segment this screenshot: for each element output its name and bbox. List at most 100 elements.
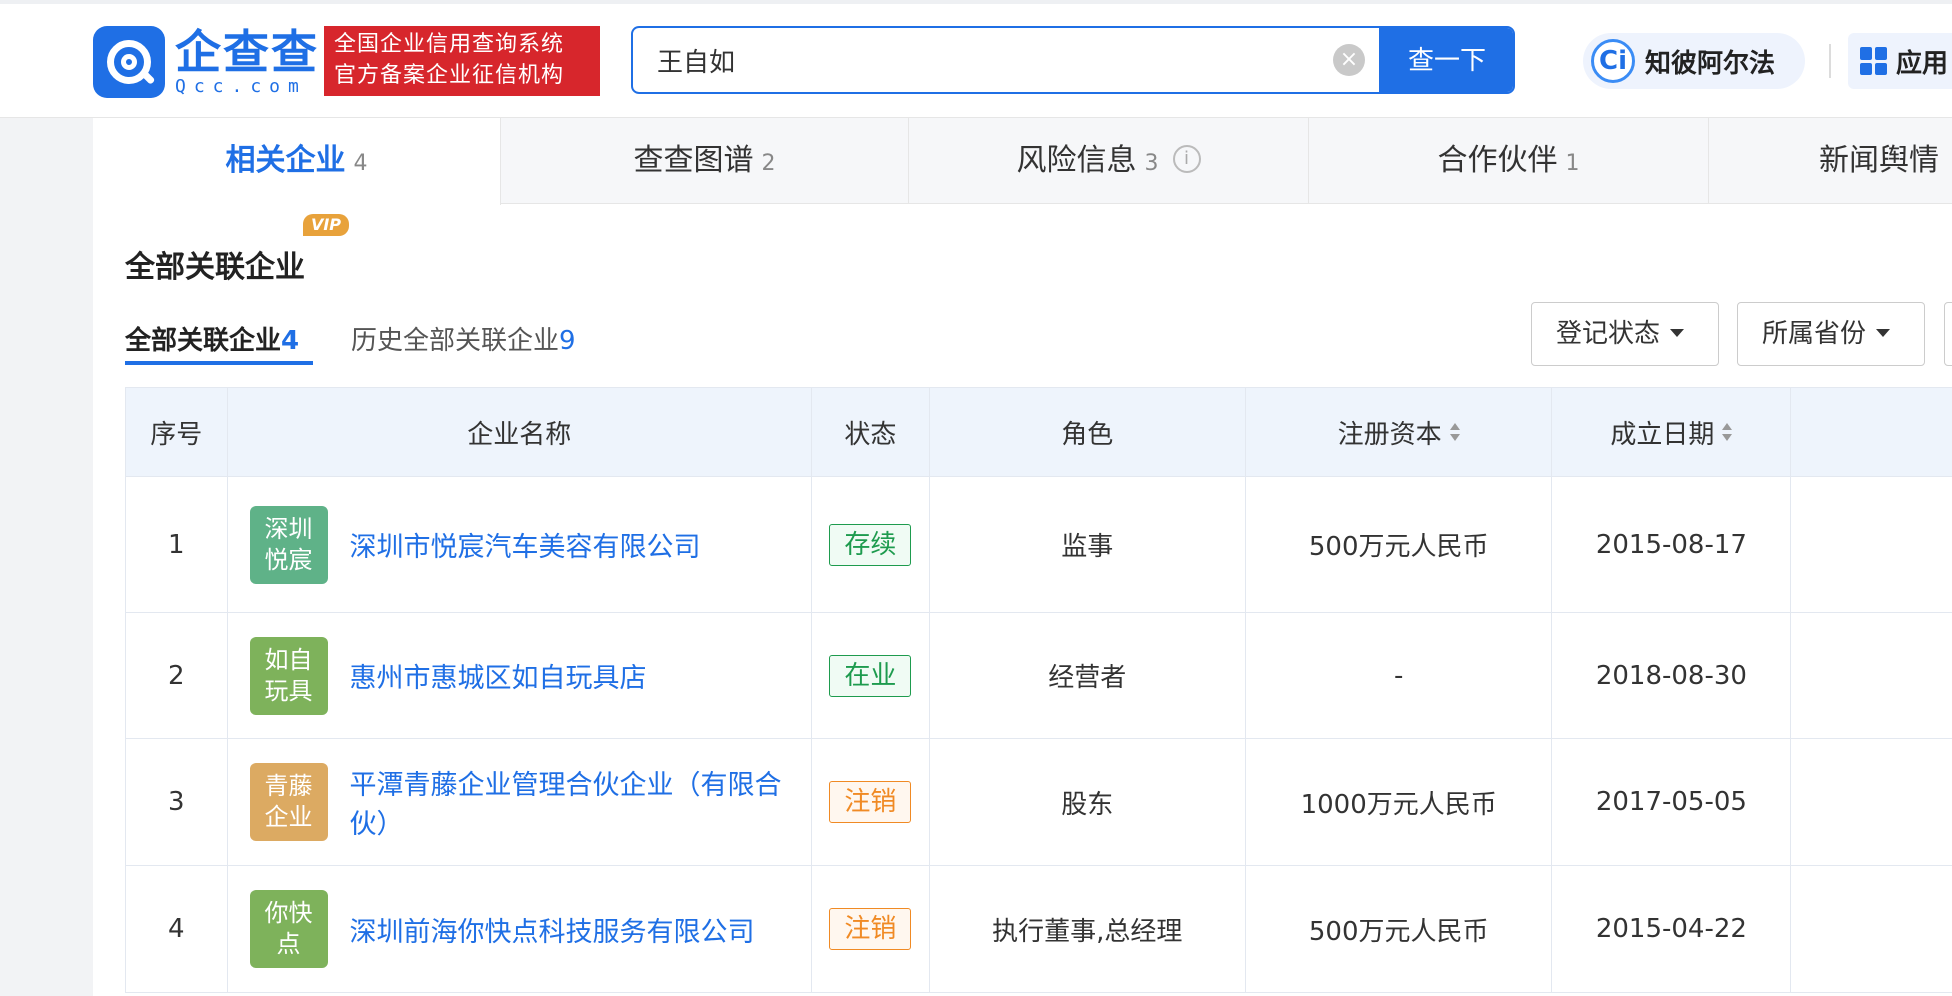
role-cell: 监事 [928,476,1247,613]
subtab-current-related[interactable]: 全部关联企业4 [125,320,299,357]
subtab-label: 全部关联企业 [125,326,282,356]
role-cell: 经营者 [928,612,1247,739]
tab-label: 查查图谱 [633,143,754,178]
filter-label: 所属省份 [1762,319,1867,349]
header-index: 序号 [125,387,228,477]
capital-cell: 500万元人民币 [1245,476,1553,613]
chevron-down-icon [1670,328,1685,337]
table-header-row: 序号 企业名称 状态 角色 注册资本 成立日期 [125,387,1952,477]
company-cell: 你快点 深圳前海你快点科技服务有限公司 [226,865,813,993]
capital-cell: - [1245,612,1553,739]
extra-cell [1790,476,1952,613]
main-card: 相关企业 4 查查图谱 2 风险信息 3 i 合作伙伴 1 新闻舆情 全部关联企业 VIP… [93,118,1952,996]
status-cell: 注销 [811,738,930,866]
row-index: 3 [125,738,228,866]
tab-label: 新闻舆情 [1819,143,1939,178]
ai-assistant-icon: Ci [1591,39,1635,83]
status-badge: 在业 [829,654,912,697]
tab-related-companies[interactable]: 相关企业 4 [93,118,501,205]
clear-icon[interactable]: × [1333,44,1365,76]
logo-english-text: Qcc.com [175,76,307,97]
status-filter-dropdown[interactable]: 登记状态 [1531,302,1719,366]
section-title: 全部关联企业 [125,250,305,285]
more-filter-dropdown[interactable] [1944,302,1952,366]
company-logo[interactable]: 如自玩具 [249,636,328,715]
tab-count: 1 [1565,151,1580,176]
row-index: 1 [125,476,228,613]
company-name-link[interactable]: 惠州市惠城区如自玩具店 [350,656,647,695]
table-row: 4 你快点 深圳前海你快点科技服务有限公司 注销 执行董事,总经理 500万元人… [125,865,1952,993]
status-cell: 在业 [811,612,930,739]
founded-cell: 2018-08-30 [1551,612,1792,739]
header-role: 角色 [928,387,1247,477]
status-badge: 注销 [829,908,912,950]
company-logo[interactable]: 青藤企业 [249,763,328,841]
tab-bar: 相关企业 4 查查图谱 2 风险信息 3 i 合作伙伴 1 新闻舆情 [93,118,1952,205]
tab-graph[interactable]: 查查图谱 2 [501,118,909,204]
header-company-name: 企业名称 [226,387,813,477]
company-name-link[interactable]: 深圳市悦宸汽车美容有限公司 [350,525,701,564]
capital-cell: 1000万元人民币 [1245,738,1553,866]
search-box: × 查一下 [631,26,1515,94]
company-name-link[interactable]: 平潭青藤企业管理合伙企业（有限合伙） [350,763,812,841]
search-button[interactable]: 查一下 [1379,28,1513,92]
site-logo[interactable]: 企查查 Qcc.com [93,26,319,98]
capital-cell: 500万元人民币 [1245,865,1553,993]
extra-cell [1790,612,1952,739]
sort-icon[interactable] [1449,423,1460,443]
apps-button[interactable]: 应用 [1848,33,1952,89]
header-top-line [0,0,1952,4]
status-cell: 注销 [811,865,930,993]
tab-news[interactable]: 新闻舆情 [1709,118,1952,204]
subtab-count: 9 [559,326,576,356]
status-badge: 存续 [829,523,912,566]
founded-cell: 2015-04-22 [1551,865,1792,993]
table-row: 2 如自玩具 惠州市惠城区如自玩具店 在业 经营者 - 2018-08-30 [125,612,1952,739]
table-row: 3 青藤企业 平潭青藤企业管理合伙企业（有限合伙） 注销 股东 1000万元人民… [125,738,1952,866]
subtab-count: 4 [281,326,300,356]
company-cell: 如自玩具 惠州市惠城区如自玩具店 [226,612,813,739]
ai-assistant-label: 知彼阿尔法 [1645,48,1776,79]
slogan-line-2: 官方备案企业征信机构 [334,63,565,88]
status-cell: 存续 [811,476,930,613]
search-input[interactable] [633,28,1353,92]
province-filter-dropdown[interactable]: 所属省份 [1737,302,1925,366]
company-cell: 深圳悦宸 深圳市悦宸汽车美容有限公司 [226,476,813,613]
tab-label: 合作伙伴 [1437,143,1558,178]
tab-partners[interactable]: 合作伙伴 1 [1309,118,1709,204]
role-cell: 股东 [928,738,1247,866]
filter-label: 登记状态 [1556,319,1661,349]
subtab-label: 历史全部关联企业 [351,326,560,356]
tab-count: 4 [353,151,368,176]
subtab-active-indicator [125,361,313,365]
header-capital-label: 注册资本 [1337,419,1442,450]
extra-cell [1790,738,1952,866]
ai-assistant-button[interactable]: Ci 知彼阿尔法 [1583,33,1805,89]
vip-badge: VIP [303,214,349,236]
status-badge: 注销 [829,781,912,823]
extra-cell [1790,865,1952,993]
founded-cell: 2015-08-17 [1551,476,1792,613]
header-divider [1829,44,1831,78]
sort-icon[interactable] [1722,423,1733,443]
related-companies-table: 序号 企业名称 状态 角色 注册资本 成立日期 1 深圳悦宸 深圳市悦宸汽车美容… [125,387,1952,993]
table-row: 1 深圳悦宸 深圳市悦宸汽车美容有限公司 存续 监事 500万元人民币 2015… [125,476,1952,613]
logo-chinese-text: 企查查 [175,25,319,79]
header-founded-label: 成立日期 [1610,419,1715,450]
company-logo[interactable]: 你快点 [249,890,328,968]
company-name-link[interactable]: 深圳前海你快点科技服务有限公司 [350,910,755,949]
header-capital[interactable]: 注册资本 [1245,387,1553,477]
row-index: 2 [125,612,228,739]
apps-grid-icon [1860,47,1888,75]
tab-label: 风险信息 [1016,143,1137,178]
header-founded[interactable]: 成立日期 [1551,387,1792,477]
company-logo[interactable]: 深圳悦宸 [249,505,328,584]
info-icon[interactable]: i [1172,144,1201,173]
top-header: 企查查 Qcc.com 全国企业信用查询系统 官方备案企业征信机构 × 查一下 … [0,0,1952,118]
slogan-banner: 全国企业信用查询系统 官方备案企业征信机构 [324,26,600,96]
role-cell: 执行董事,总经理 [928,865,1247,993]
tab-risk-info[interactable]: 风险信息 3 i [909,118,1309,204]
subtab-history-related[interactable]: 历史全部关联企业9 [351,320,576,357]
row-index: 4 [125,865,228,993]
apps-label: 应用 [1896,48,1949,79]
